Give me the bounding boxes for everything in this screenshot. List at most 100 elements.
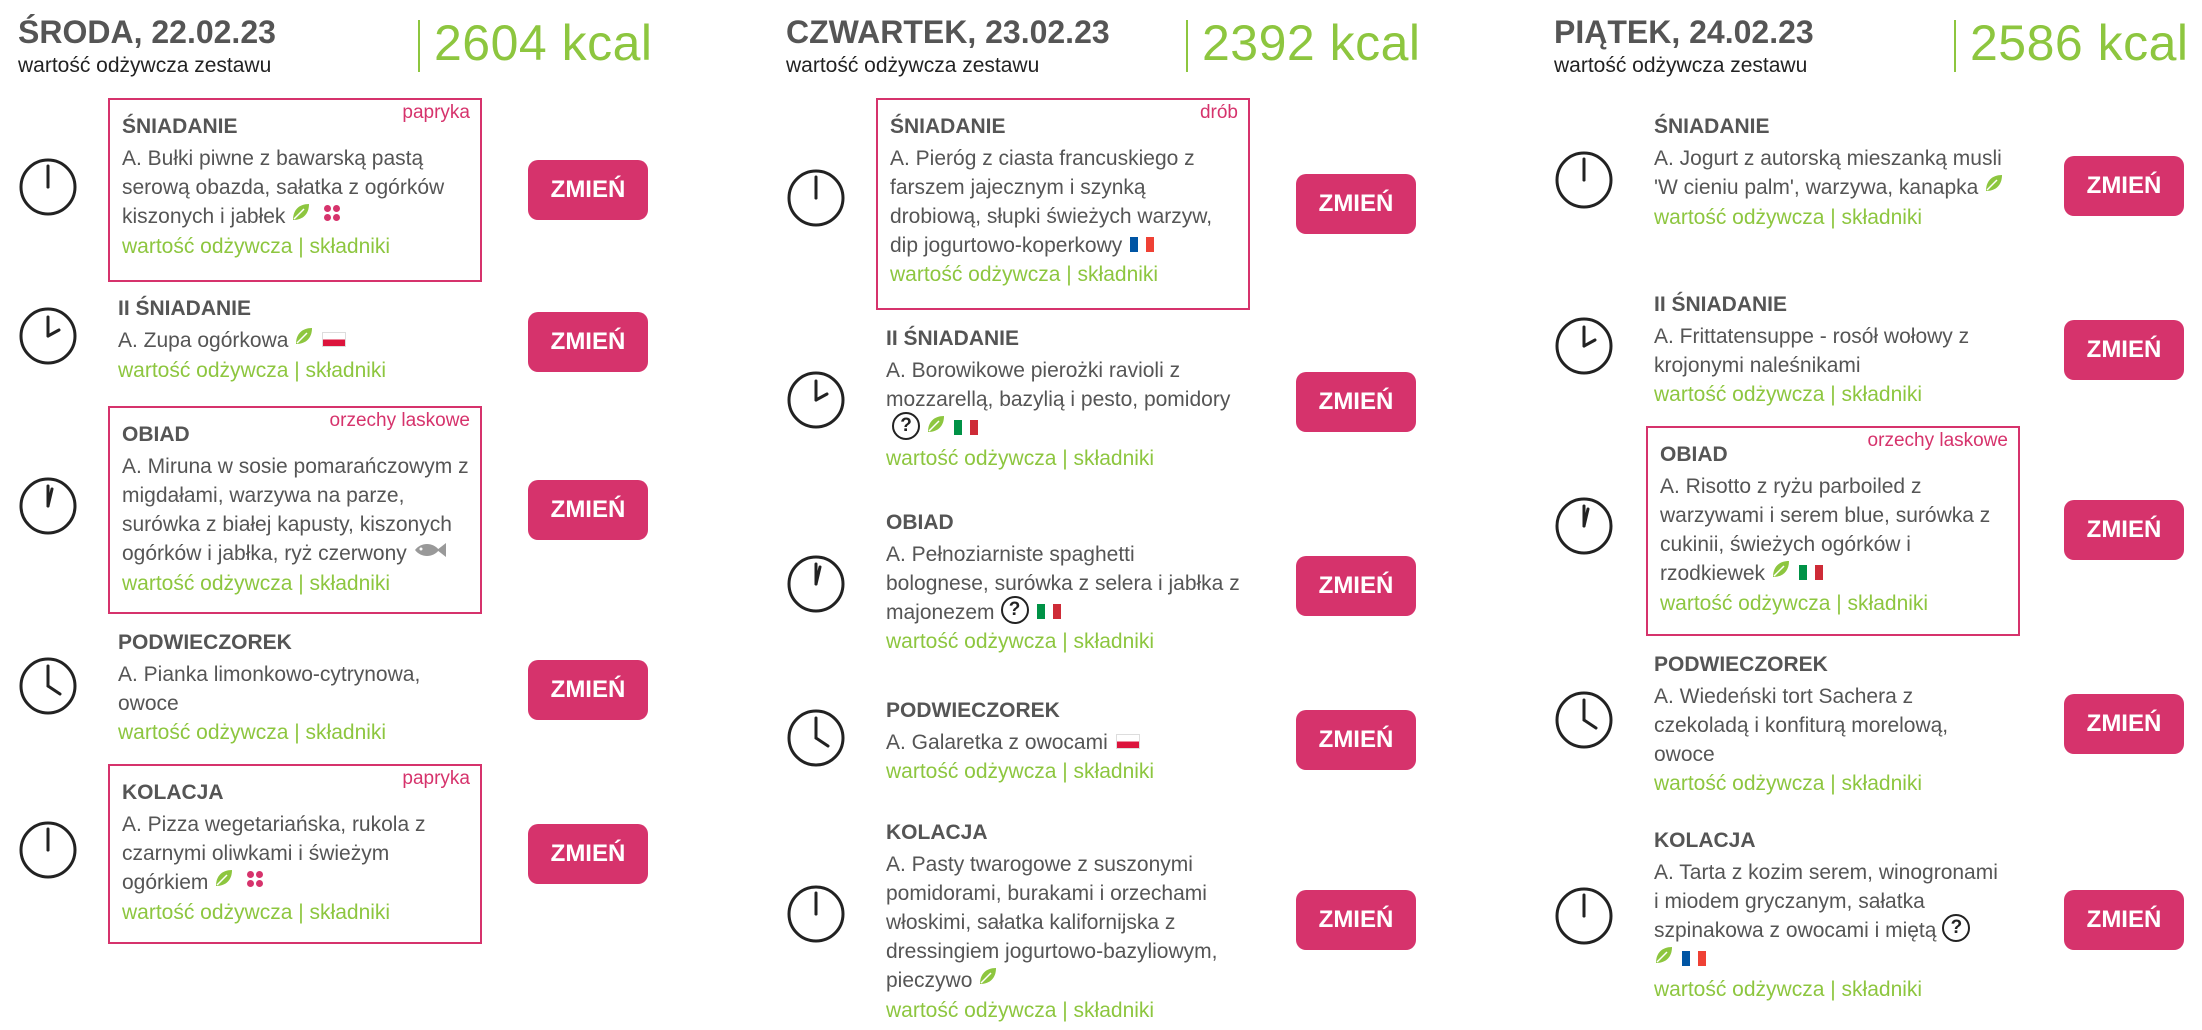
meal-description: A. Pizza wegetariańska, rukola z czarnym…: [122, 810, 470, 898]
nutrition-link[interactable]: wartość odżywcza: [886, 999, 1056, 1022]
nutrition-link[interactable]: wartość odżywcza: [1654, 206, 1824, 229]
nutrition-link[interactable]: wartość odżywcza: [118, 721, 288, 744]
day-title: PIĄTEK, 24.02.23: [1554, 14, 1814, 50]
change-meal-button[interactable]: ZMIEŃ: [1296, 556, 1416, 616]
nutrition-link[interactable]: wartość odżywcza: [1660, 592, 1830, 615]
nutrition-link[interactable]: wartość odżywcza: [886, 630, 1056, 653]
day-subtitle-link[interactable]: wartość odżywcza zestawu: [1554, 54, 1807, 78]
change-meal-button[interactable]: ZMIEŃ: [1296, 710, 1416, 770]
meal-breakfast: drób ŚNIADANIE A. Pieróg z ciasta francu…: [768, 98, 1528, 310]
flag-it-icon: [1036, 603, 1061, 619]
day-header: CZWARTEK, 23.02.23 wartość odżywcza zest…: [768, 0, 1528, 90]
meal-card: II ŚNIADANIE A. Frittatensuppe - rosół w…: [1644, 284, 2018, 410]
ingredients-link[interactable]: składniki: [1078, 263, 1159, 286]
meal-name: ŚNIADANIE: [122, 115, 238, 138]
ingredients-link[interactable]: składniki: [1842, 383, 1923, 406]
flag-pl-icon: [322, 331, 347, 347]
link-separator: |: [294, 721, 300, 744]
change-meal-button[interactable]: ZMIEŃ: [2064, 500, 2184, 560]
meal-dinner: KOLACJA A. Tarta z kozim serem, winogron…: [1536, 820, 2202, 1026]
dots-icon: [323, 201, 341, 230]
meal-name: KOLACJA: [122, 781, 224, 804]
meal-name: PODWIECZOREK: [1654, 653, 1828, 676]
meal-description-text: A. Risotto z ryżu parboiled z warzywami …: [1660, 475, 1991, 585]
day-title: ŚRODA, 22.02.23: [18, 14, 276, 50]
day-column-czwartek: CZWARTEK, 23.02.23 wartość odżywcza zest…: [768, 0, 1528, 1030]
meal-name: II ŚNIADANIE: [1654, 293, 1788, 316]
meal-card: OBIAD A. Pełnoziarniste spaghetti bologn…: [876, 502, 1250, 662]
ingredients-link[interactable]: składniki: [1842, 978, 1923, 1001]
nutrition-link[interactable]: wartość odżywcza: [886, 447, 1056, 470]
question-icon[interactable]: ?: [1000, 596, 1029, 625]
link-separator: |: [1830, 978, 1836, 1002]
meal-breakfast: ŚNIADANIE A. Jogurt z autorską mieszanką…: [1536, 106, 2202, 276]
meal-name: ŚNIADANIE: [1654, 115, 1770, 138]
link-separator: |: [1830, 205, 1836, 229]
nutrition-link[interactable]: wartość odżywcza: [1654, 772, 1824, 795]
change-meal-button[interactable]: ZMIEŃ: [2064, 890, 2184, 950]
meal-card: orzechy laskowe OBIAD A. Risotto z ryżu …: [1646, 426, 2020, 636]
nutrition-link[interactable]: wartość odżywcza: [886, 760, 1056, 783]
day-subtitle-link[interactable]: wartość odżywcza zestawu: [786, 54, 1039, 78]
nutrition-link[interactable]: wartość odżywcza: [1654, 978, 1824, 1001]
meal-description: A. Pieróg z ciasta francuskiego z farsze…: [890, 144, 1238, 260]
change-meal-button[interactable]: ZMIEŃ: [528, 660, 648, 720]
change-meal-button[interactable]: ZMIEŃ: [1296, 174, 1416, 234]
nutrition-link[interactable]: wartość odżywcza: [1654, 383, 1824, 406]
meal-description: A. Pełnoziarniste spaghetti bolognese, s…: [886, 540, 1240, 627]
meal-afternoon-snack: PODWIECZOREK A. Wiedeński tort Sachera z…: [1536, 644, 2202, 804]
clock-icon: [786, 370, 846, 430]
meal-breakfast: papryka ŚNIADANIE A. Bułki piwne z bawar…: [0, 98, 760, 282]
clock-icon: [1554, 316, 1614, 376]
clock-icon: [786, 708, 846, 768]
link-separator: |: [1062, 998, 1068, 1022]
meal-name: PODWIECZOREK: [118, 631, 292, 654]
ingredients-link[interactable]: składniki: [310, 901, 391, 924]
change-meal-button[interactable]: ZMIEŃ: [1296, 890, 1416, 950]
change-meal-button[interactable]: ZMIEŃ: [528, 824, 648, 884]
ingredients-link[interactable]: składniki: [1842, 772, 1923, 795]
leaf-icon: [978, 965, 998, 994]
ingredients-link[interactable]: składniki: [306, 721, 387, 744]
change-meal-button[interactable]: ZMIEŃ: [2064, 694, 2184, 754]
nutrition-link[interactable]: wartość odżywcza: [122, 572, 292, 595]
flag-fr-icon: [1130, 236, 1155, 252]
meal-name: II ŚNIADANIE: [886, 327, 1020, 350]
nutrition-link[interactable]: wartość odżywcza: [122, 901, 292, 924]
day-column-piatek: PIĄTEK, 24.02.23 wartość odżywcza zestaw…: [1536, 0, 2202, 1030]
meal-description: A. Zupa ogórkowa: [118, 326, 472, 356]
ingredients-link[interactable]: składniki: [1848, 592, 1929, 615]
ingredients-link[interactable]: składniki: [1842, 206, 1923, 229]
question-icon[interactable]: ?: [892, 412, 920, 441]
divider: [418, 20, 420, 72]
nutrition-link[interactable]: wartość odżywcza: [122, 235, 292, 258]
day-kcal: 2604 kcal: [434, 15, 653, 71]
nutrition-link[interactable]: wartość odżywcza: [890, 263, 1060, 286]
nutrition-link[interactable]: wartość odżywcza: [118, 359, 288, 382]
ingredients-link[interactable]: składniki: [1074, 447, 1155, 470]
ingredients-link[interactable]: składniki: [306, 359, 387, 382]
leaf-icon: [1654, 944, 1674, 973]
change-meal-button[interactable]: ZMIEŃ: [2064, 320, 2184, 380]
meal-card: PODWIECZOREK A. Pianka limonkowo-cytryno…: [108, 622, 482, 748]
day-kcal: 2392 kcal: [1202, 15, 1421, 71]
change-meal-button[interactable]: ZMIEŃ: [2064, 156, 2184, 216]
meal-links: wartość odżywcza | składniki: [890, 260, 1238, 290]
ingredients-link[interactable]: składniki: [1074, 760, 1155, 783]
change-meal-button[interactable]: ZMIEŃ: [528, 160, 648, 220]
ingredients-link[interactable]: składniki: [310, 572, 391, 595]
link-separator: |: [298, 234, 304, 258]
day-header: PIĄTEK, 24.02.23 wartość odżywcza zestaw…: [1536, 0, 2202, 90]
change-meal-button[interactable]: ZMIEŃ: [1296, 372, 1416, 432]
ingredients-link[interactable]: składniki: [1074, 999, 1155, 1022]
meal-links: wartość odżywcza | składniki: [118, 356, 472, 386]
ingredients-link[interactable]: składniki: [310, 235, 391, 258]
question-icon[interactable]: ?: [1942, 914, 1971, 943]
change-meal-button[interactable]: ZMIEŃ: [528, 312, 648, 372]
dots-icon: [246, 867, 264, 896]
day-subtitle-link[interactable]: wartość odżywcza zestawu: [18, 54, 271, 78]
meal-description: A. Wiedeński tort Sachera z czekoladą i …: [1654, 685, 1949, 766]
change-meal-button[interactable]: ZMIEŃ: [528, 480, 648, 540]
meal-links: wartość odżywcza | składniki: [1654, 769, 2008, 799]
ingredients-link[interactable]: składniki: [1074, 630, 1155, 653]
